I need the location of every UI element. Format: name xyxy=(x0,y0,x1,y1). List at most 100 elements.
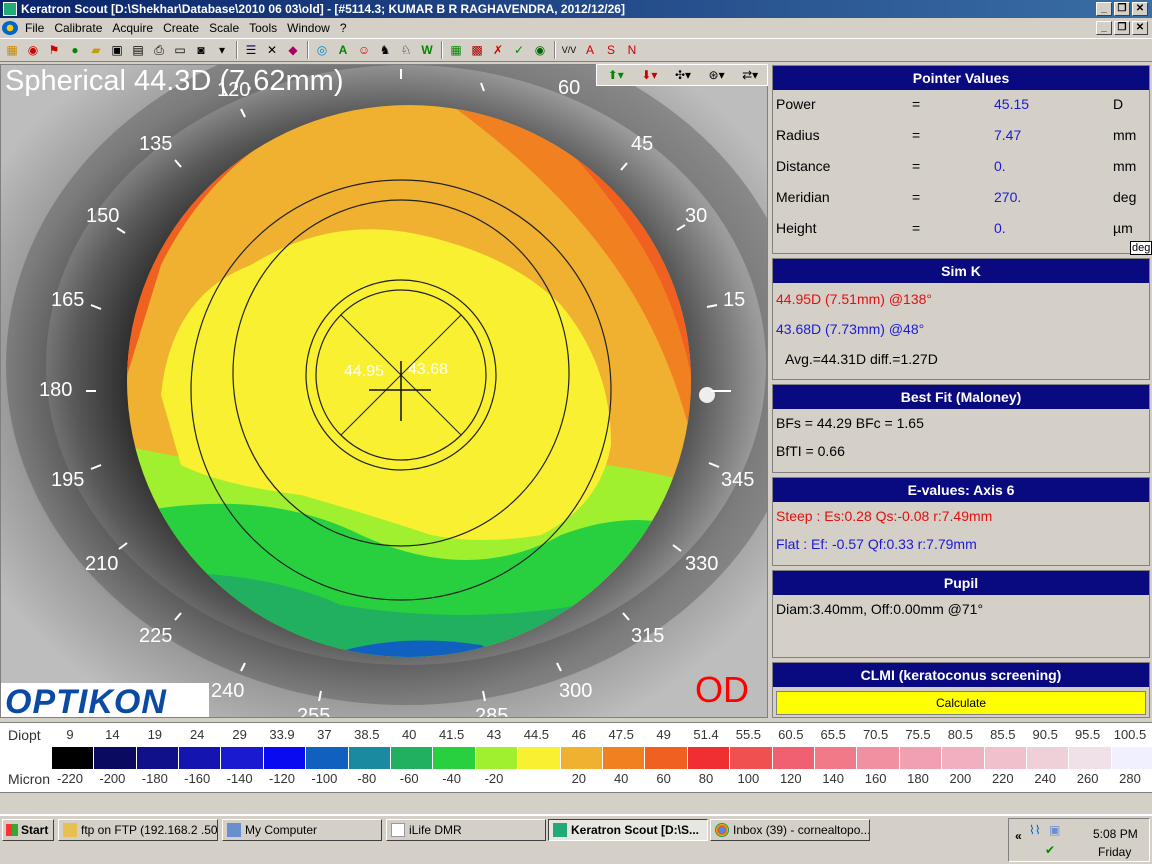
menu-window[interactable]: Window xyxy=(282,21,335,35)
scale-swatch[interactable] xyxy=(94,747,137,769)
scale-swatch[interactable] xyxy=(899,747,943,769)
view-eye-icon[interactable]: ◉ xyxy=(530,40,550,60)
scale-swatch[interactable] xyxy=(348,747,391,769)
camera-icon[interactable]: ◙ xyxy=(191,40,211,60)
save-icon[interactable]: ▣ xyxy=(107,40,127,60)
dropdown-arrow-icon[interactable]: ▾ xyxy=(212,40,232,60)
doc-minimize-button[interactable]: _ xyxy=(1096,21,1112,35)
graph-icon[interactable]: ✓ xyxy=(509,40,529,60)
scale-swatch[interactable] xyxy=(475,747,519,769)
a-chart-icon[interactable]: A xyxy=(580,40,600,60)
scale-swatch[interactable] xyxy=(1027,747,1070,769)
diopt-tick: 55.5 xyxy=(735,727,762,742)
pointer-equals: = xyxy=(912,127,921,143)
scale-swatch[interactable] xyxy=(433,747,476,769)
runner-2-icon[interactable]: ♘ xyxy=(396,40,416,60)
network-icon[interactable]: ⌇⌇ xyxy=(1029,823,1041,837)
target-icon[interactable]: ◎ xyxy=(312,40,332,60)
print-icon[interactable]: ⎙ xyxy=(149,40,169,60)
flag-icon[interactable]: ⚑ xyxy=(44,40,64,60)
angle-label-150: 150 xyxy=(86,205,120,227)
scale-swatch[interactable] xyxy=(51,747,95,769)
eye-icon[interactable]: ◉ xyxy=(23,40,43,60)
monitor-tray-icon[interactable]: ▣ xyxy=(1049,823,1060,837)
doc-close-button[interactable]: ✕ xyxy=(1132,21,1148,35)
scale-swatch[interactable] xyxy=(263,747,307,769)
menu-file[interactable]: File xyxy=(20,21,49,35)
task-inbox[interactable]: Inbox (39) - cornealtopo... xyxy=(710,819,870,841)
pointer-label: Radius xyxy=(776,127,820,143)
runner-icon[interactable]: ♞ xyxy=(375,40,395,60)
scale-swatch[interactable] xyxy=(984,747,1027,769)
grid-2-icon[interactable]: ▩ xyxy=(467,40,487,60)
scale-swatch[interactable] xyxy=(815,747,858,769)
n-chart-icon[interactable]: N xyxy=(622,40,642,60)
scale-swatch[interactable] xyxy=(518,747,561,769)
scale-swatch[interactable] xyxy=(772,747,815,769)
taskbar: Start ftp on FTP (192.168.2 .50) My Comp… xyxy=(0,814,1152,864)
menu-calibrate[interactable]: Calibrate xyxy=(49,21,107,35)
micron-tick: 20 xyxy=(571,771,587,786)
scale-swatch[interactable] xyxy=(942,747,985,769)
close-button[interactable]: ✕ xyxy=(1132,2,1148,16)
clmi-header: CLMI (keratoconus screening) xyxy=(773,663,1149,687)
tray-expand-icon[interactable]: « xyxy=(1015,829,1022,843)
menu-create[interactable]: Create xyxy=(158,21,204,35)
grid-icon[interactable]: ▦ xyxy=(2,40,22,60)
scale-swatch[interactable] xyxy=(603,747,646,769)
menu-scale[interactable]: Scale xyxy=(204,21,244,35)
open-folder-icon[interactable]: ▰ xyxy=(86,40,106,60)
topography-map[interactable]: Spherical 44.3D (7.62mm) 44.95 43.68 60 … xyxy=(0,64,768,718)
scale-swatch[interactable] xyxy=(221,747,264,769)
task-my-computer[interactable]: My Computer xyxy=(222,819,382,841)
scale-swatch[interactable] xyxy=(306,747,349,769)
pointer-row-distance: Distance = 0. mm xyxy=(773,152,1149,183)
person-icon[interactable]: ☺ xyxy=(354,40,374,60)
monitor-icon[interactable]: ▭ xyxy=(170,40,190,60)
crosshair-icon[interactable]: ✣▾ xyxy=(666,68,700,82)
down-arrow-icon[interactable]: ⬇▾ xyxy=(633,68,667,82)
scale-swatch[interactable] xyxy=(687,747,731,769)
scale-swatch[interactable] xyxy=(560,747,603,769)
task-ftp[interactable]: ftp on FTP (192.168.2 .50) xyxy=(58,819,218,841)
keratron-icon xyxy=(553,823,567,837)
scale-swatch[interactable] xyxy=(730,747,773,769)
diopt-label: Diopt xyxy=(8,727,41,743)
scale-swatch[interactable] xyxy=(179,747,222,769)
scale-swatch[interactable] xyxy=(857,747,900,769)
up-arrow-icon[interactable]: ⬆▾ xyxy=(599,68,633,82)
a-icon[interactable]: A xyxy=(333,40,353,60)
document-icon[interactable] xyxy=(2,21,18,35)
bestfit-line1: BFs = 44.29 BFc = 1.65 xyxy=(776,415,924,431)
swap-icon[interactable]: ⇄▾ xyxy=(733,68,767,82)
table-icon[interactable]: ▦ xyxy=(446,40,466,60)
task-ilife[interactable]: iLife DMR xyxy=(386,819,546,841)
w-icon[interactable]: W xyxy=(417,40,437,60)
scale-swatch[interactable] xyxy=(136,747,179,769)
start-button[interactable]: Start xyxy=(2,819,54,841)
check-icon[interactable]: ✔ xyxy=(1045,843,1055,857)
target-dropdown-icon[interactable]: ⊛▾ xyxy=(700,68,734,82)
doc-restore-button[interactable]: ❐ xyxy=(1114,21,1130,35)
menu-tools[interactable]: Tools xyxy=(244,21,282,35)
scale-swatch[interactable] xyxy=(391,747,434,769)
chart-icon[interactable]: ✗ xyxy=(488,40,508,60)
globe-icon[interactable]: ● xyxy=(65,40,85,60)
scale-swatch[interactable] xyxy=(645,747,688,769)
calculate-button[interactable]: Calculate xyxy=(776,691,1146,715)
scale-swatch[interactable] xyxy=(1111,747,1152,769)
unit-tag[interactable]: deg xyxy=(1130,241,1152,255)
book-icon[interactable]: ◆ xyxy=(283,40,303,60)
restore-button[interactable]: ❐ xyxy=(1114,2,1130,16)
save-all-icon[interactable]: ▤ xyxy=(128,40,148,60)
list-icon[interactable]: ☰ xyxy=(241,40,261,60)
task-keratron[interactable]: Keratron Scout [D:\S... xyxy=(548,819,708,841)
menu-acquire[interactable]: Acquire xyxy=(107,21,158,35)
view-toggle-icon[interactable]: V/V xyxy=(559,40,579,60)
minimize-button[interactable]: _ xyxy=(1096,2,1112,16)
menu-help[interactable]: ? xyxy=(335,21,352,35)
s-chart-icon[interactable]: S xyxy=(601,40,621,60)
x-icon[interactable]: ✕ xyxy=(262,40,282,60)
clock-time[interactable]: 5:08 PM xyxy=(1093,827,1138,841)
scale-swatch[interactable] xyxy=(1069,747,1112,769)
